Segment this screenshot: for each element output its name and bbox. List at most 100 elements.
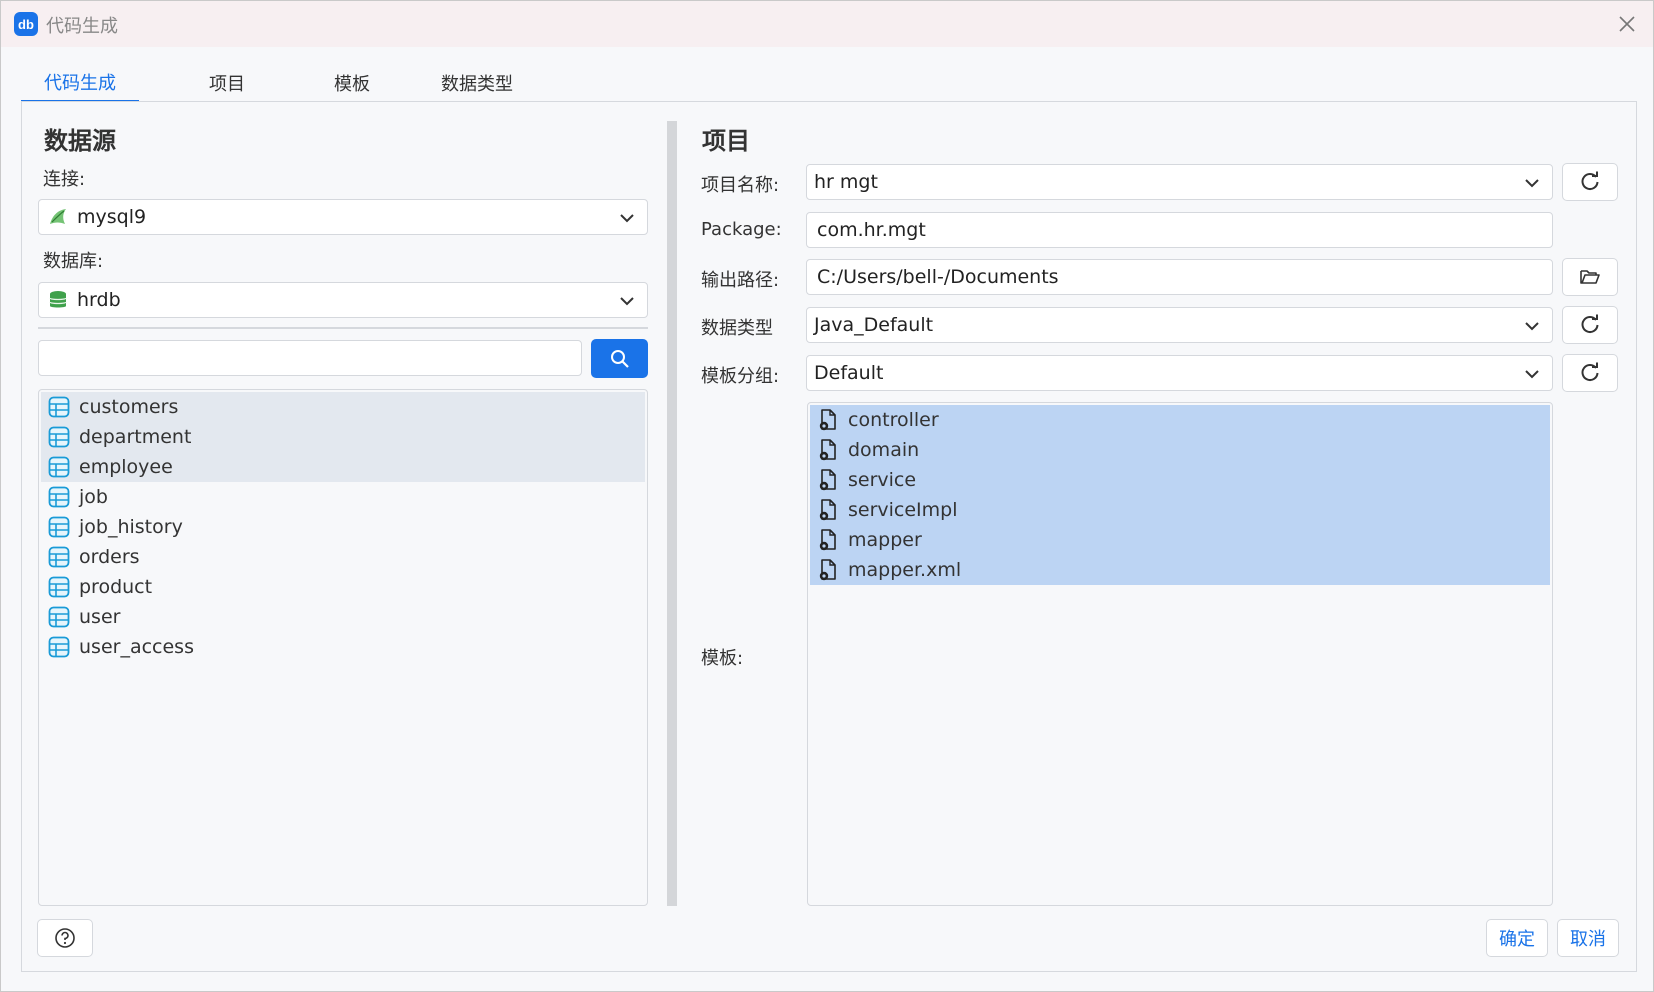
chevron-down-icon [620, 297, 634, 306]
refresh-icon [1581, 314, 1599, 334]
template-file-icon [816, 558, 840, 582]
help-icon [55, 928, 75, 948]
table-list-item[interactable]: orders [41, 542, 645, 572]
template-list-item[interactable]: controller [810, 405, 1550, 435]
template-file-icon [816, 468, 840, 492]
refresh-icon [1581, 362, 1599, 382]
refresh-data-type-button[interactable] [1562, 306, 1618, 344]
separator [38, 327, 648, 329]
table-list-item[interactable]: user [41, 602, 645, 632]
template-file-icon [816, 528, 840, 552]
template-file-icon [816, 408, 840, 432]
project-name-select[interactable]: hr mgt [806, 164, 1553, 200]
table-list-item[interactable]: job_history [41, 512, 645, 542]
data-type-label: 数据类型 [701, 318, 773, 339]
table-name: user_access [79, 636, 194, 658]
template-file-icon [816, 498, 840, 522]
project-name-label: 项目名称: [701, 175, 780, 196]
output-path-input[interactable]: C:/Users/bell-/Documents [806, 259, 1553, 295]
data-type-value: Java_Default [814, 314, 934, 336]
table-icon [47, 605, 71, 629]
database-value: hrdb [77, 289, 121, 311]
table-name: orders [79, 546, 140, 568]
browse-folder-button[interactable] [1562, 258, 1618, 296]
template-list-item[interactable]: mapper [810, 525, 1550, 555]
data-type-select[interactable]: Java_Default [806, 307, 1553, 343]
table-name: product [79, 576, 153, 598]
template-group-select[interactable]: Default [806, 355, 1553, 391]
database-label: 数据库: [43, 251, 104, 272]
table-search-input[interactable] [38, 340, 582, 376]
table-icon [47, 425, 71, 449]
tab-data-type[interactable]: 数据类型 [421, 63, 533, 103]
template-file-icon [816, 438, 840, 462]
table-list[interactable]: customers department employee job job_histor… [38, 389, 648, 906]
table-icon [47, 485, 71, 509]
template-name: mapper [848, 529, 922, 551]
table-name: job [79, 486, 108, 508]
table-list-item[interactable]: product [41, 572, 645, 602]
table-icon [47, 635, 71, 659]
tab-code-generation[interactable]: 代码生成 [21, 63, 139, 103]
database-icon [47, 289, 69, 311]
table-list-item[interactable]: employee [41, 452, 645, 482]
template-group-label: 模板分组: [701, 366, 780, 387]
refresh-project-button[interactable] [1562, 163, 1618, 201]
template-list-item[interactable]: domain [810, 435, 1550, 465]
tab-template[interactable]: 模板 [296, 63, 408, 103]
table-list-item[interactable]: job [41, 482, 645, 512]
refresh-template-group-button[interactable] [1562, 354, 1618, 392]
template-name: domain [848, 439, 920, 461]
templates-label: 模板: [701, 648, 744, 669]
cancel-button[interactable]: 取消 [1557, 919, 1619, 957]
template-list[interactable]: controller domain service serviceImpl mapper… [807, 402, 1553, 906]
template-name: serviceImpl [848, 499, 958, 521]
table-list-item[interactable]: customers [41, 392, 645, 422]
search-button[interactable] [591, 339, 648, 378]
project-name-value: hr mgt [814, 171, 878, 193]
template-list-item[interactable]: serviceImpl [810, 495, 1550, 525]
template-group-value: Default [814, 362, 884, 384]
title-bar: db 代码生成 [1, 1, 1653, 47]
connection-select[interactable]: mysql9 [38, 199, 648, 235]
connection-label: 连接: [43, 169, 86, 190]
close-button[interactable] [1613, 10, 1641, 38]
table-name: employee [79, 456, 173, 478]
chevron-down-icon [1525, 322, 1539, 331]
table-list-item[interactable]: user_access [41, 632, 645, 662]
mysql-icon [47, 206, 69, 228]
search-icon [610, 349, 629, 368]
template-list-item[interactable]: mapper.xml [810, 555, 1550, 585]
package-input[interactable]: com.hr.mgt [806, 212, 1553, 248]
output-path-label: 输出路径: [701, 270, 780, 291]
table-name: user [79, 606, 121, 628]
datasource-title: 数据源 [44, 127, 116, 155]
help-button[interactable] [37, 919, 93, 957]
template-list-item[interactable]: service [810, 465, 1550, 495]
table-list-item[interactable]: department [41, 422, 645, 452]
table-icon [47, 455, 71, 479]
template-name: service [848, 469, 917, 491]
panel-splitter[interactable] [667, 121, 677, 906]
ok-button[interactable]: 确定 [1486, 919, 1548, 957]
table-icon [47, 575, 71, 599]
connection-value: mysql9 [77, 206, 147, 228]
table-icon [47, 395, 71, 419]
code-generator-dialog: db 代码生成 代码生成 项目 模板 数据类型 数据源 连接: mysql9 数… [0, 0, 1654, 992]
template-name: mapper.xml [848, 559, 962, 581]
tab-project[interactable]: 项目 [171, 63, 283, 103]
table-name: department [79, 426, 192, 448]
package-label: Package: [701, 219, 782, 240]
chevron-down-icon [1525, 370, 1539, 379]
database-select[interactable]: hrdb [38, 282, 648, 318]
folder-open-icon [1580, 270, 1600, 284]
refresh-icon [1581, 171, 1599, 191]
close-icon [1619, 16, 1635, 32]
chevron-down-icon [620, 214, 634, 223]
window-title: 代码生成 [46, 16, 118, 37]
table-name: job_history [79, 516, 183, 538]
table-icon [47, 545, 71, 569]
table-icon [47, 515, 71, 539]
project-title: 项目 [702, 127, 750, 155]
table-name: customers [79, 396, 179, 418]
